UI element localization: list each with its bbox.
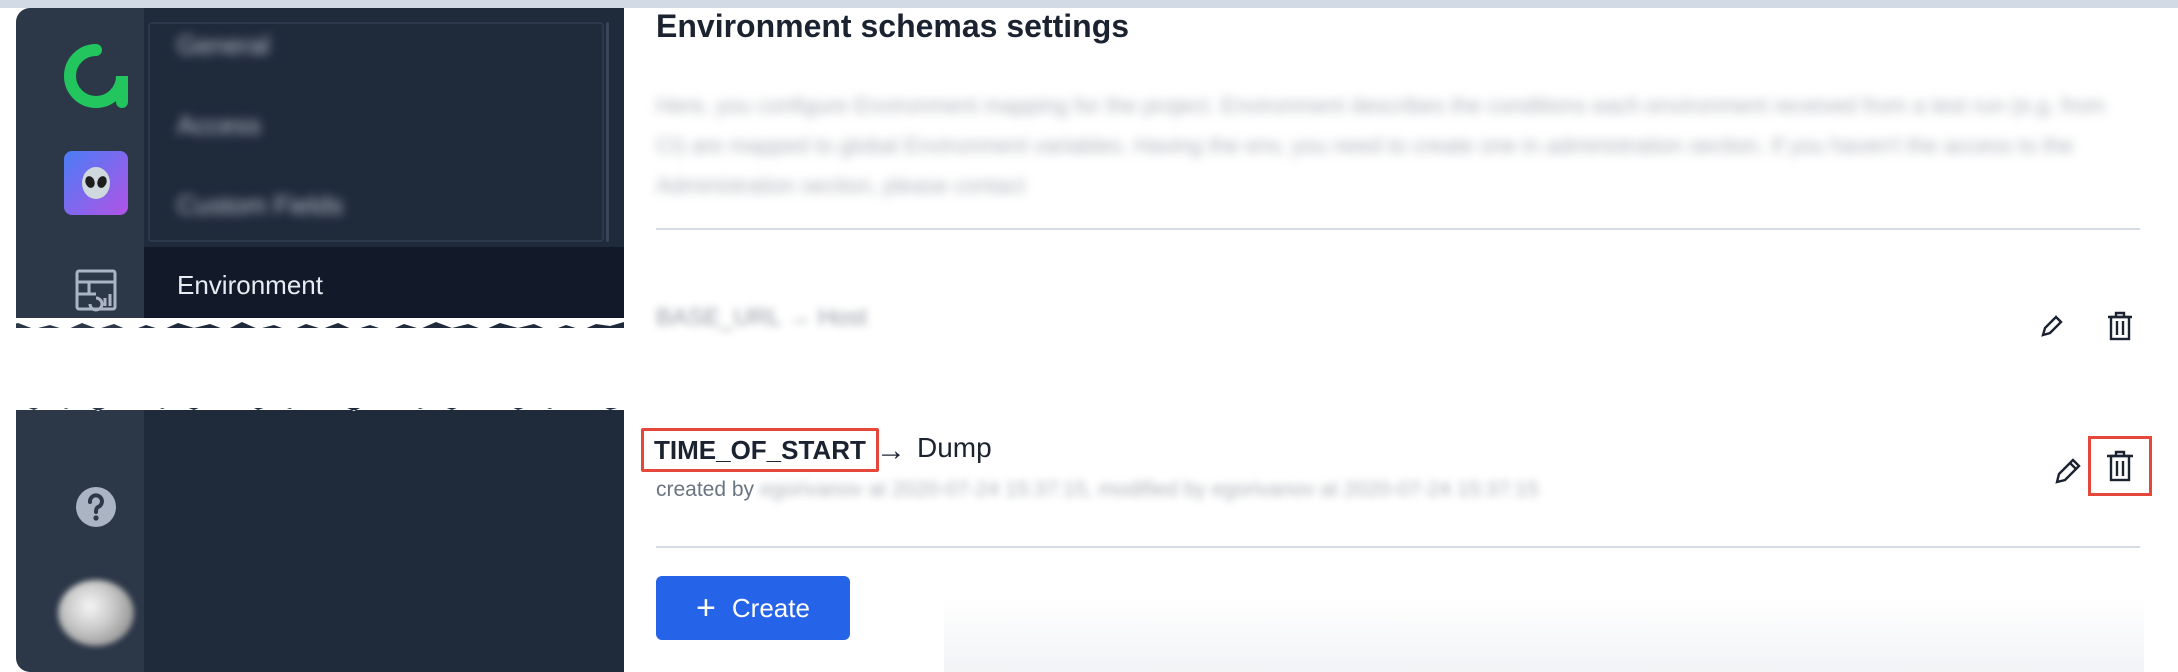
user-avatar[interactable] [58,580,134,646]
meta-details: egorivanov at 2020-07-24 15:37:15, modif… [759,478,1539,501]
plus-icon: + [696,589,716,627]
create-label: Create [731,592,810,623]
mapping-name: BASE_URL [656,304,781,331]
divider [656,228,2140,230]
page-description: Here, you configure Environment mapping … [656,93,2106,198]
create-button[interactable]: + Create [656,576,850,640]
sidebar-item-general[interactable]: General [177,30,270,61]
bottom-fade [944,596,2144,672]
mapping-row-base-url: BASE_URL → Host [656,304,867,332]
edit-icon[interactable] [2046,449,2090,493]
mapping-arrow: → [876,434,906,467]
mapping-name-highlighted: TIME_OF_START [641,428,879,472]
sidebar-item-custom-fields[interactable]: Custom Fields [177,190,343,221]
torn-edge [0,318,624,411]
page-title: Environment schemas settings [656,8,1130,44]
sidebar-item-label: Environment [177,270,323,300]
logo-icon[interactable] [64,44,128,108]
window-top-strip [0,0,2178,8]
edit-icon[interactable] [2030,304,2074,348]
project-avatar[interactable] [64,151,128,215]
main-content: Environment schemas settings Here, you c… [624,8,2178,672]
dashboard-icon[interactable] [64,258,128,322]
help-icon[interactable] [64,475,128,539]
mapping-target: Host [817,304,868,331]
mapping-meta: created by egorivanov at 2020-07-24 15:3… [656,478,1539,502]
created-label: created by [656,478,755,501]
divider [656,546,2140,548]
sidebar-item-environment[interactable]: Environment [144,247,624,319]
delete-icon[interactable] [2098,444,2142,488]
mapping-target: Dump [917,432,992,463]
delete-icon[interactable] [2098,304,2142,348]
sidebar-item-access[interactable]: Access [177,110,261,141]
submenu-scrollbar[interactable] [606,22,609,242]
mapping-arrow: → [787,304,812,331]
